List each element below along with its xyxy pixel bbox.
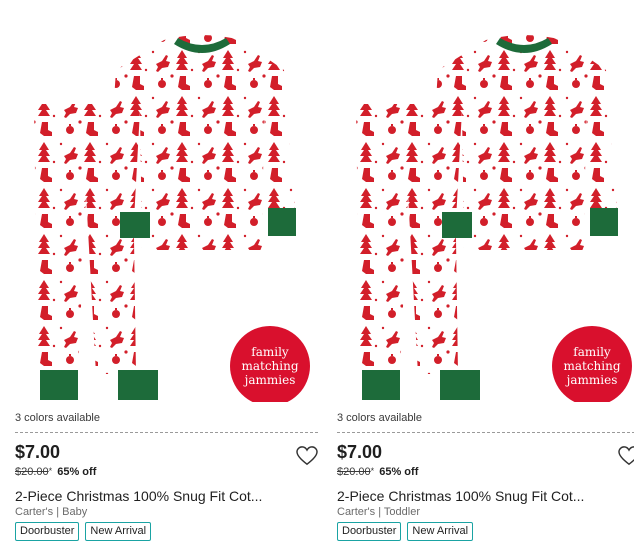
price-footnote-mark: * bbox=[370, 466, 375, 476]
brand-category: Carter's | Baby bbox=[15, 506, 88, 518]
price-footnote-mark: * bbox=[48, 466, 53, 476]
product-tags: Doorbuster New Arrival bbox=[15, 522, 152, 541]
heart-outline-icon[interactable] bbox=[296, 446, 318, 466]
product-card[interactable]: family matching jammies 3 colors availab… bbox=[12, 0, 318, 550]
tag-new-arrival: New Arrival bbox=[85, 522, 152, 541]
product-image[interactable]: family matching jammies bbox=[12, 0, 318, 402]
original-price: $20.00 bbox=[15, 466, 49, 478]
badge-line: family bbox=[573, 345, 611, 359]
badge-line: jammies bbox=[244, 373, 296, 387]
badge-line: jammies bbox=[566, 373, 618, 387]
product-title[interactable]: 2-Piece Christmas 100% Snug Fit Cot... bbox=[15, 488, 315, 504]
product-image[interactable]: family matching jammies bbox=[334, 0, 634, 402]
badge-line: matching bbox=[241, 359, 299, 373]
family-matching-badge: family matching jammies bbox=[552, 326, 632, 402]
discount-percent: 65% off bbox=[379, 466, 419, 478]
product-grid: family matching jammies 3 colors availab… bbox=[0, 0, 634, 550]
original-price: $20.00 bbox=[337, 466, 371, 478]
sale-price: $7.00 bbox=[15, 442, 61, 462]
colors-available[interactable]: 3 colors available bbox=[337, 412, 422, 424]
tag-doorbuster: Doorbuster bbox=[337, 522, 402, 541]
sale-price: $7.00 bbox=[337, 442, 383, 462]
product-title[interactable]: 2-Piece Christmas 100% Snug Fit Cot... bbox=[337, 488, 634, 504]
product-card[interactable]: family matching jammies 3 colors availab… bbox=[334, 0, 634, 550]
family-matching-badge: family matching jammies bbox=[230, 326, 310, 402]
discount-percent: 65% off bbox=[57, 466, 97, 478]
product-tags: Doorbuster New Arrival bbox=[337, 522, 474, 541]
tag-doorbuster: Doorbuster bbox=[15, 522, 80, 541]
original-price-row: $20.00* 65% off bbox=[337, 466, 418, 478]
badge-line: family bbox=[251, 345, 289, 359]
colors-available[interactable]: 3 colors available bbox=[15, 412, 100, 424]
original-price-row: $20.00* 65% off bbox=[15, 466, 96, 478]
heart-outline-icon[interactable] bbox=[618, 446, 634, 466]
tag-new-arrival: New Arrival bbox=[407, 522, 474, 541]
brand-category: Carter's | Toddler bbox=[337, 506, 421, 518]
divider bbox=[15, 432, 318, 433]
divider bbox=[337, 432, 634, 433]
badge-line: matching bbox=[563, 359, 621, 373]
